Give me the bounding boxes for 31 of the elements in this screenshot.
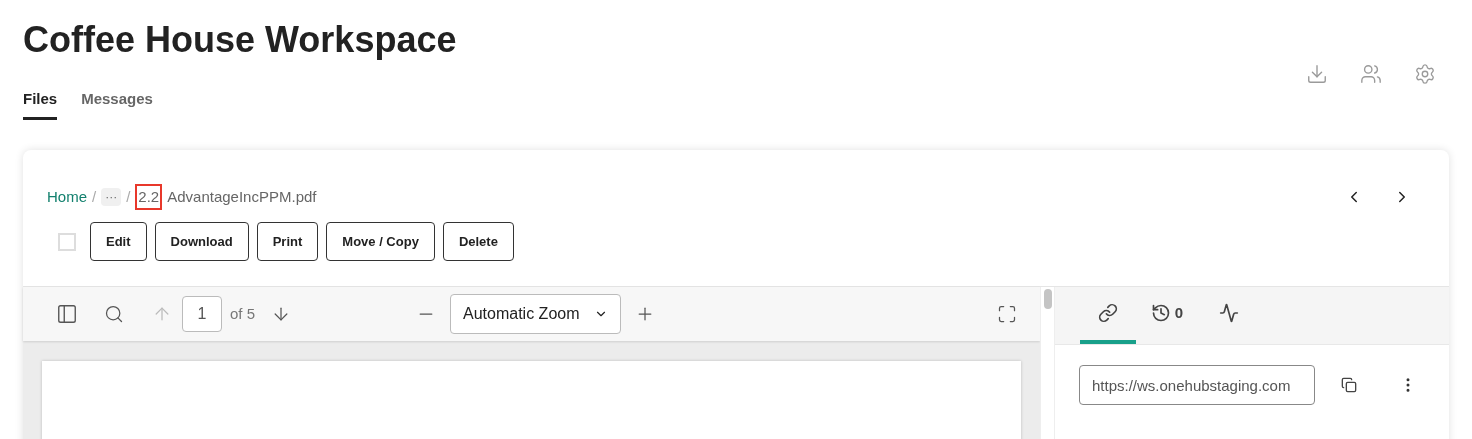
action-button[interactable]: Edit — [90, 222, 147, 261]
tab[interactable]: Messages — [81, 88, 153, 120]
action-button[interactable]: Print — [256, 222, 319, 261]
file-name: AdvantageIncPPM.pdf — [167, 186, 317, 207]
side-tab[interactable]: 0 — [1136, 286, 1198, 344]
breadcrumb-separator: / — [92, 186, 97, 207]
workspace-title: Coffee House Workspace — [23, 18, 457, 62]
people-icon[interactable] — [1360, 63, 1382, 85]
page-number-field[interactable]: 1 — [182, 296, 222, 332]
history-icon — [1150, 303, 1171, 323]
settings-icon[interactable] — [1414, 63, 1436, 85]
page-count: of 5 — [230, 303, 256, 324]
copy-icon[interactable] — [1341, 377, 1357, 393]
action-button[interactable]: Download — [154, 222, 249, 261]
link-icon — [1098, 303, 1118, 323]
share-link-field[interactable]: https://ws.onehubstaging.com — [1079, 365, 1315, 405]
version-label: 2.2 — [135, 183, 163, 210]
breadcrumb-separator: / — [126, 186, 131, 207]
zoom-select[interactable]: Automatic Zoom — [450, 294, 622, 334]
fullscreen-icon[interactable] — [997, 304, 1018, 324]
search-icon[interactable] — [104, 304, 124, 324]
download-icon[interactable] — [1306, 63, 1328, 85]
action-button[interactable]: Delete — [442, 222, 514, 261]
tab[interactable]: Files — [23, 88, 58, 120]
scrollbar-thumb[interactable] — [1043, 289, 1052, 309]
sidebar-toggle-icon[interactable] — [56, 303, 78, 325]
breadcrumb-link[interactable]: Home — [47, 185, 87, 208]
action-button[interactable]: Move / Copy — [326, 222, 435, 261]
activity-icon — [1219, 303, 1239, 323]
checkbox[interactable] — [58, 232, 76, 251]
breadcrumb-ellipsis[interactable]: ··· — [101, 187, 122, 206]
